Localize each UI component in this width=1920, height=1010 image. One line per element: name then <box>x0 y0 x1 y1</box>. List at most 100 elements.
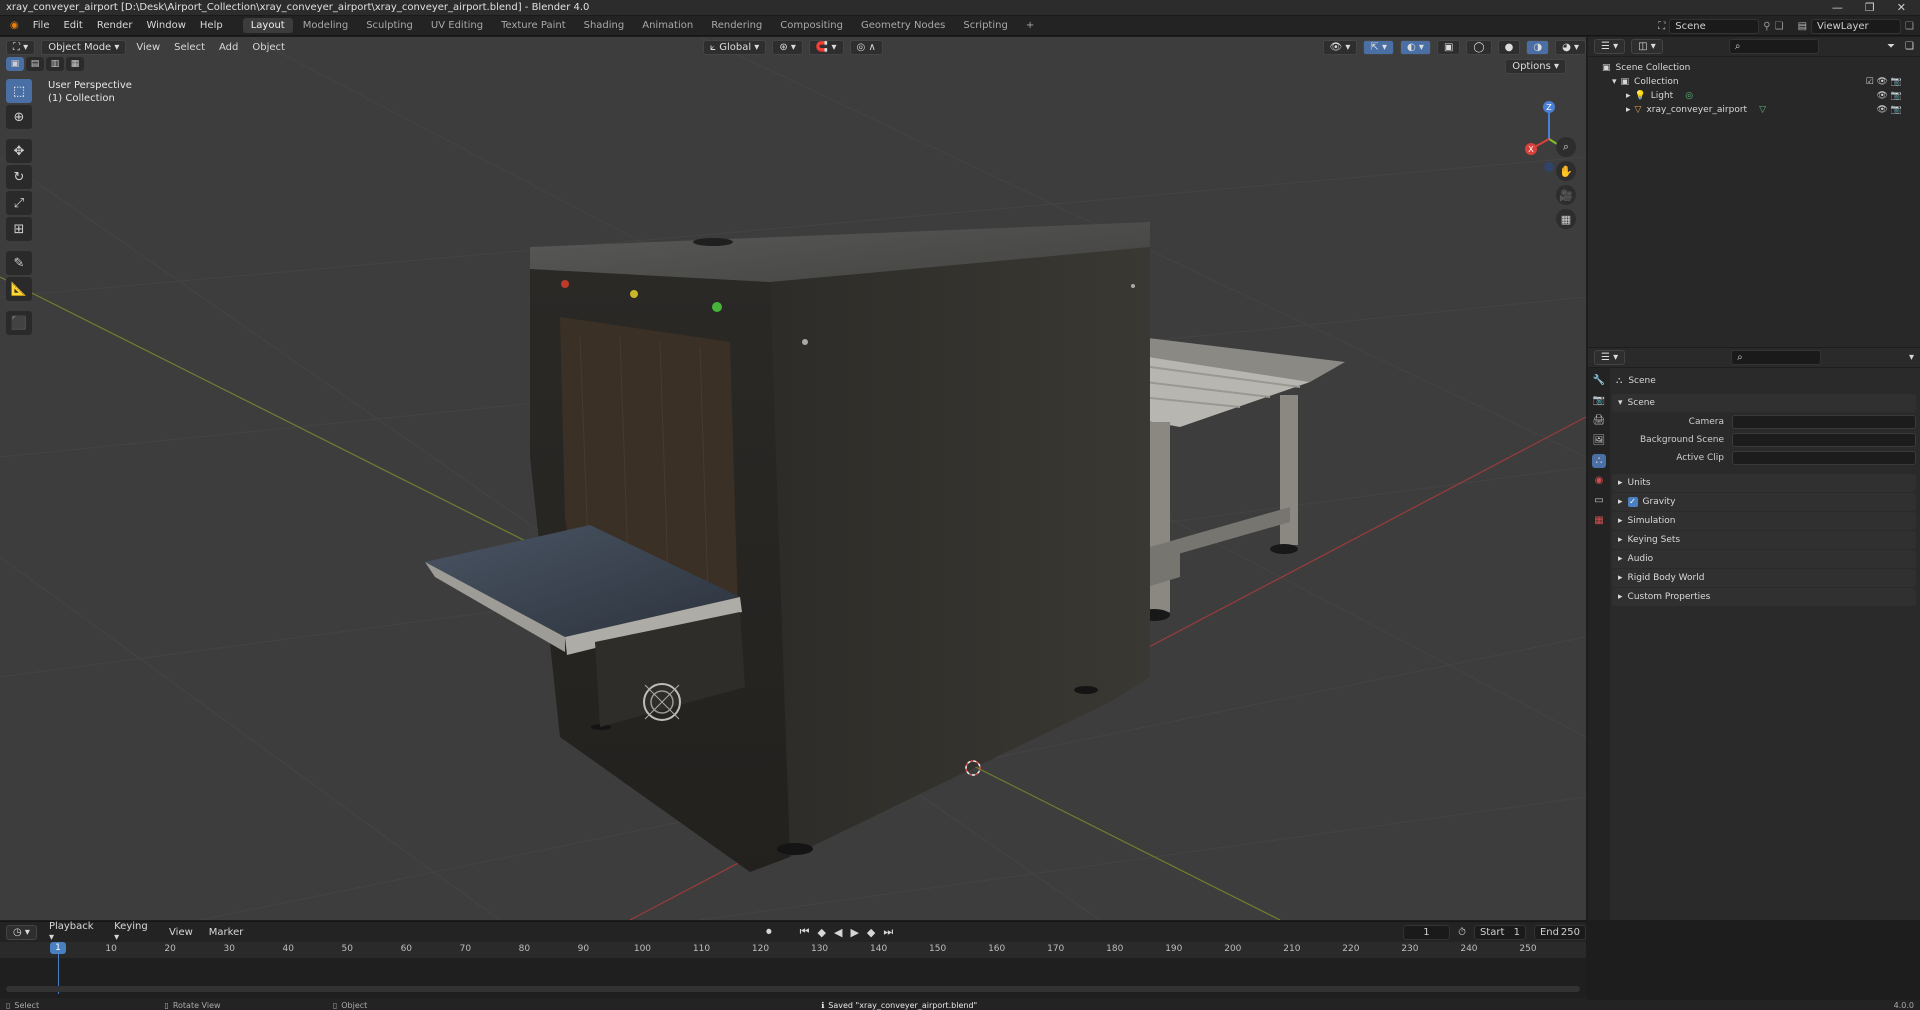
gizmo-toggle-icon[interactable]: ⇱ ▾ <box>1363 39 1394 55</box>
output-tab-icon[interactable]: 🖨 <box>1592 414 1606 428</box>
panel-rigid-body-world[interactable]: ▸ Rigid Body World <box>1612 569 1916 587</box>
properties-options-icon[interactable]: ▾ <box>1909 352 1914 363</box>
next-key-icon[interactable]: ◆ <box>867 926 875 939</box>
tab-animation[interactable]: Animation <box>634 18 701 33</box>
outliner-search-input[interactable]: ⌕ <box>1728 39 1819 54</box>
stopwatch-icon[interactable]: ⏱ <box>1458 927 1466 938</box>
mesh-visibility-icon[interactable]: 👁 📷 <box>1877 105 1903 115</box>
play-icon[interactable]: ▶ <box>850 926 858 939</box>
outliner-scene-collection[interactable]: ▣ Scene Collection <box>1602 61 1920 75</box>
pin-icon[interactable]: ⚲ <box>1763 21 1770 32</box>
orientation-selector[interactable]: ⟀ Global ▾ <box>703 39 767 55</box>
tab-geometry-nodes[interactable]: Geometry Nodes <box>853 18 953 33</box>
outliner-editor-icon[interactable]: ☰ ▾ <box>1594 39 1626 54</box>
current-frame-field[interactable]: 1 <box>1402 924 1451 940</box>
scene-selector[interactable]: Scene <box>1669 18 1760 34</box>
menu-edit[interactable]: Edit <box>57 18 88 33</box>
jump-end-icon[interactable]: ⏭ <box>883 925 893 939</box>
menu-render[interactable]: Render <box>91 18 139 33</box>
timeline-editor-icon[interactable]: ◷ ▾ <box>6 924 37 940</box>
editor-type-button[interactable]: ⛶ ▾ <box>6 39 36 55</box>
shading-solid-icon[interactable]: ● <box>1497 39 1521 55</box>
new-viewlayer-icon[interactable]: ❏ <box>1905 21 1914 32</box>
panel-gravity[interactable]: ▸ ✓ Gravity <box>1612 493 1916 511</box>
timeline-menu-playback[interactable]: Playback ▾ <box>45 920 102 944</box>
record-icon[interactable]: ⏺ <box>766 925 772 939</box>
panel-units[interactable]: ▸ Units <box>1612 474 1916 492</box>
play-reverse-icon[interactable]: ◀ <box>834 926 842 939</box>
camera-field[interactable] <box>1732 415 1916 429</box>
shading-wireframe-icon[interactable]: ◯ <box>1466 39 1492 55</box>
tab-sculpting[interactable]: Sculpting <box>358 18 421 33</box>
prev-key-icon[interactable]: ◆ <box>818 926 826 939</box>
viewport-menu-object[interactable]: Object <box>248 41 289 54</box>
viewlayer-selector[interactable]: ViewLayer <box>1811 18 1902 34</box>
view-layer-tab-icon[interactable]: 🖼 <box>1592 434 1606 448</box>
minimize-icon[interactable]: — <box>1832 1 1843 14</box>
jump-start-icon[interactable]: ⏮ <box>800 925 810 939</box>
visibility-icon[interactable]: 👁 ▾ <box>1322 39 1358 55</box>
collection-checkbox-icon[interactable]: ☑ 👁 📷 <box>1866 77 1902 87</box>
viewport-menu-add[interactable]: Add <box>215 41 242 54</box>
tab-modeling[interactable]: Modeling <box>295 18 357 33</box>
properties-search-input[interactable]: ⌕ <box>1731 350 1822 365</box>
tool-tab-icon[interactable]: 🔧 <box>1592 374 1606 388</box>
options-button[interactable]: Options ▾ <box>1505 59 1566 74</box>
cursor-icon[interactable]: ⊕ <box>6 105 32 129</box>
filter-icon[interactable]: ⏷ <box>1887 41 1895 52</box>
viewport-menu-view[interactable]: View <box>132 41 164 54</box>
collection-tab-icon[interactable]: ▭ <box>1592 494 1606 508</box>
tab-scripting[interactable]: Scripting <box>955 18 1015 33</box>
viewport-scene[interactable]: Z Y X <box>0 37 1586 920</box>
timeline-track-area[interactable]: 1 <box>0 942 1586 998</box>
tab-texture-paint[interactable]: Texture Paint <box>493 18 574 33</box>
viewport-menu-select[interactable]: Select <box>170 41 209 54</box>
background-scene-field[interactable] <box>1732 433 1916 447</box>
panel-scene[interactable]: ▾ Scene <box>1612 394 1916 412</box>
end-frame-field[interactable]: End 250 <box>1533 924 1586 940</box>
snap-icon[interactable]: 🧲 ▾ <box>808 39 844 55</box>
select-invert-icon[interactable]: ▦ <box>66 57 84 71</box>
select-extend-icon[interactable]: ▤ <box>26 57 44 71</box>
select-subtract-icon[interactable]: ▥ <box>46 57 64 71</box>
measure-icon[interactable]: 📐 <box>6 277 32 301</box>
annotate-icon[interactable]: ✎ <box>6 251 32 275</box>
start-frame-field[interactable]: Start 1 <box>1473 924 1526 940</box>
display-mode-icon[interactable]: ◫ ▾ <box>1631 39 1663 54</box>
outliner-collection[interactable]: ▾ ▣ Collection ☑ 👁 📷 <box>1602 75 1920 89</box>
select-box-icon[interactable]: ⬚ <box>6 79 32 103</box>
add-workspace-icon[interactable]: + <box>1018 18 1042 33</box>
timeline-menu-marker[interactable]: Marker <box>205 926 248 939</box>
zoom-icon[interactable]: ⌕ <box>1556 137 1576 157</box>
light-visibility-icon[interactable]: 👁 📷 <box>1877 91 1903 101</box>
timeline-scrollbar[interactable] <box>6 986 1580 992</box>
select-new-icon[interactable]: ▣ <box>6 57 24 71</box>
tab-shading[interactable]: Shading <box>576 18 633 33</box>
shading-material-icon[interactable]: ◑ <box>1526 39 1550 55</box>
texture-tab-icon[interactable]: ▦ <box>1592 514 1606 528</box>
expand-arrow-icon[interactable]: ▸ <box>1626 91 1631 101</box>
tab-rendering[interactable]: Rendering <box>703 18 770 33</box>
properties-editor-icon[interactable]: ☰ ▾ <box>1594 350 1626 365</box>
menu-help[interactable]: Help <box>194 18 229 33</box>
ortho-grid-icon[interactable]: ▦ <box>1556 209 1576 229</box>
pan-hand-icon[interactable]: ✋ <box>1556 161 1576 181</box>
expand-arrow-icon[interactable]: ▾ <box>1612 77 1617 87</box>
shading-rendered-icon[interactable]: ◕ ▾ <box>1555 39 1586 55</box>
add-cube-icon[interactable]: ⬛ <box>6 311 32 335</box>
tab-layout[interactable]: Layout <box>242 18 293 33</box>
timeline-menu-keying[interactable]: Keying ▾ <box>110 920 157 944</box>
proportional-edit-icon[interactable]: ◎ ∧ <box>849 39 883 55</box>
move-icon[interactable]: ✥ <box>6 139 32 163</box>
blender-logo-icon[interactable]: ◉ <box>4 18 25 33</box>
3d-viewport[interactable]: Z Y X ⛶ ▾ Object Mode ▾ View Select Add … <box>0 37 1586 920</box>
tab-compositing[interactable]: Compositing <box>772 18 851 33</box>
active-clip-field[interactable] <box>1732 451 1916 465</box>
timeline-menu-view[interactable]: View <box>165 926 197 939</box>
pivot-icon[interactable]: ⊛ ▾ <box>772 39 803 55</box>
maximize-icon[interactable]: ❐ <box>1865 1 1875 14</box>
close-icon[interactable]: ✕ <box>1897 1 1906 14</box>
panel-audio[interactable]: ▸ Audio <box>1612 550 1916 568</box>
camera-view-icon[interactable]: 🎥 <box>1556 185 1576 205</box>
menu-window[interactable]: Window <box>140 18 191 33</box>
